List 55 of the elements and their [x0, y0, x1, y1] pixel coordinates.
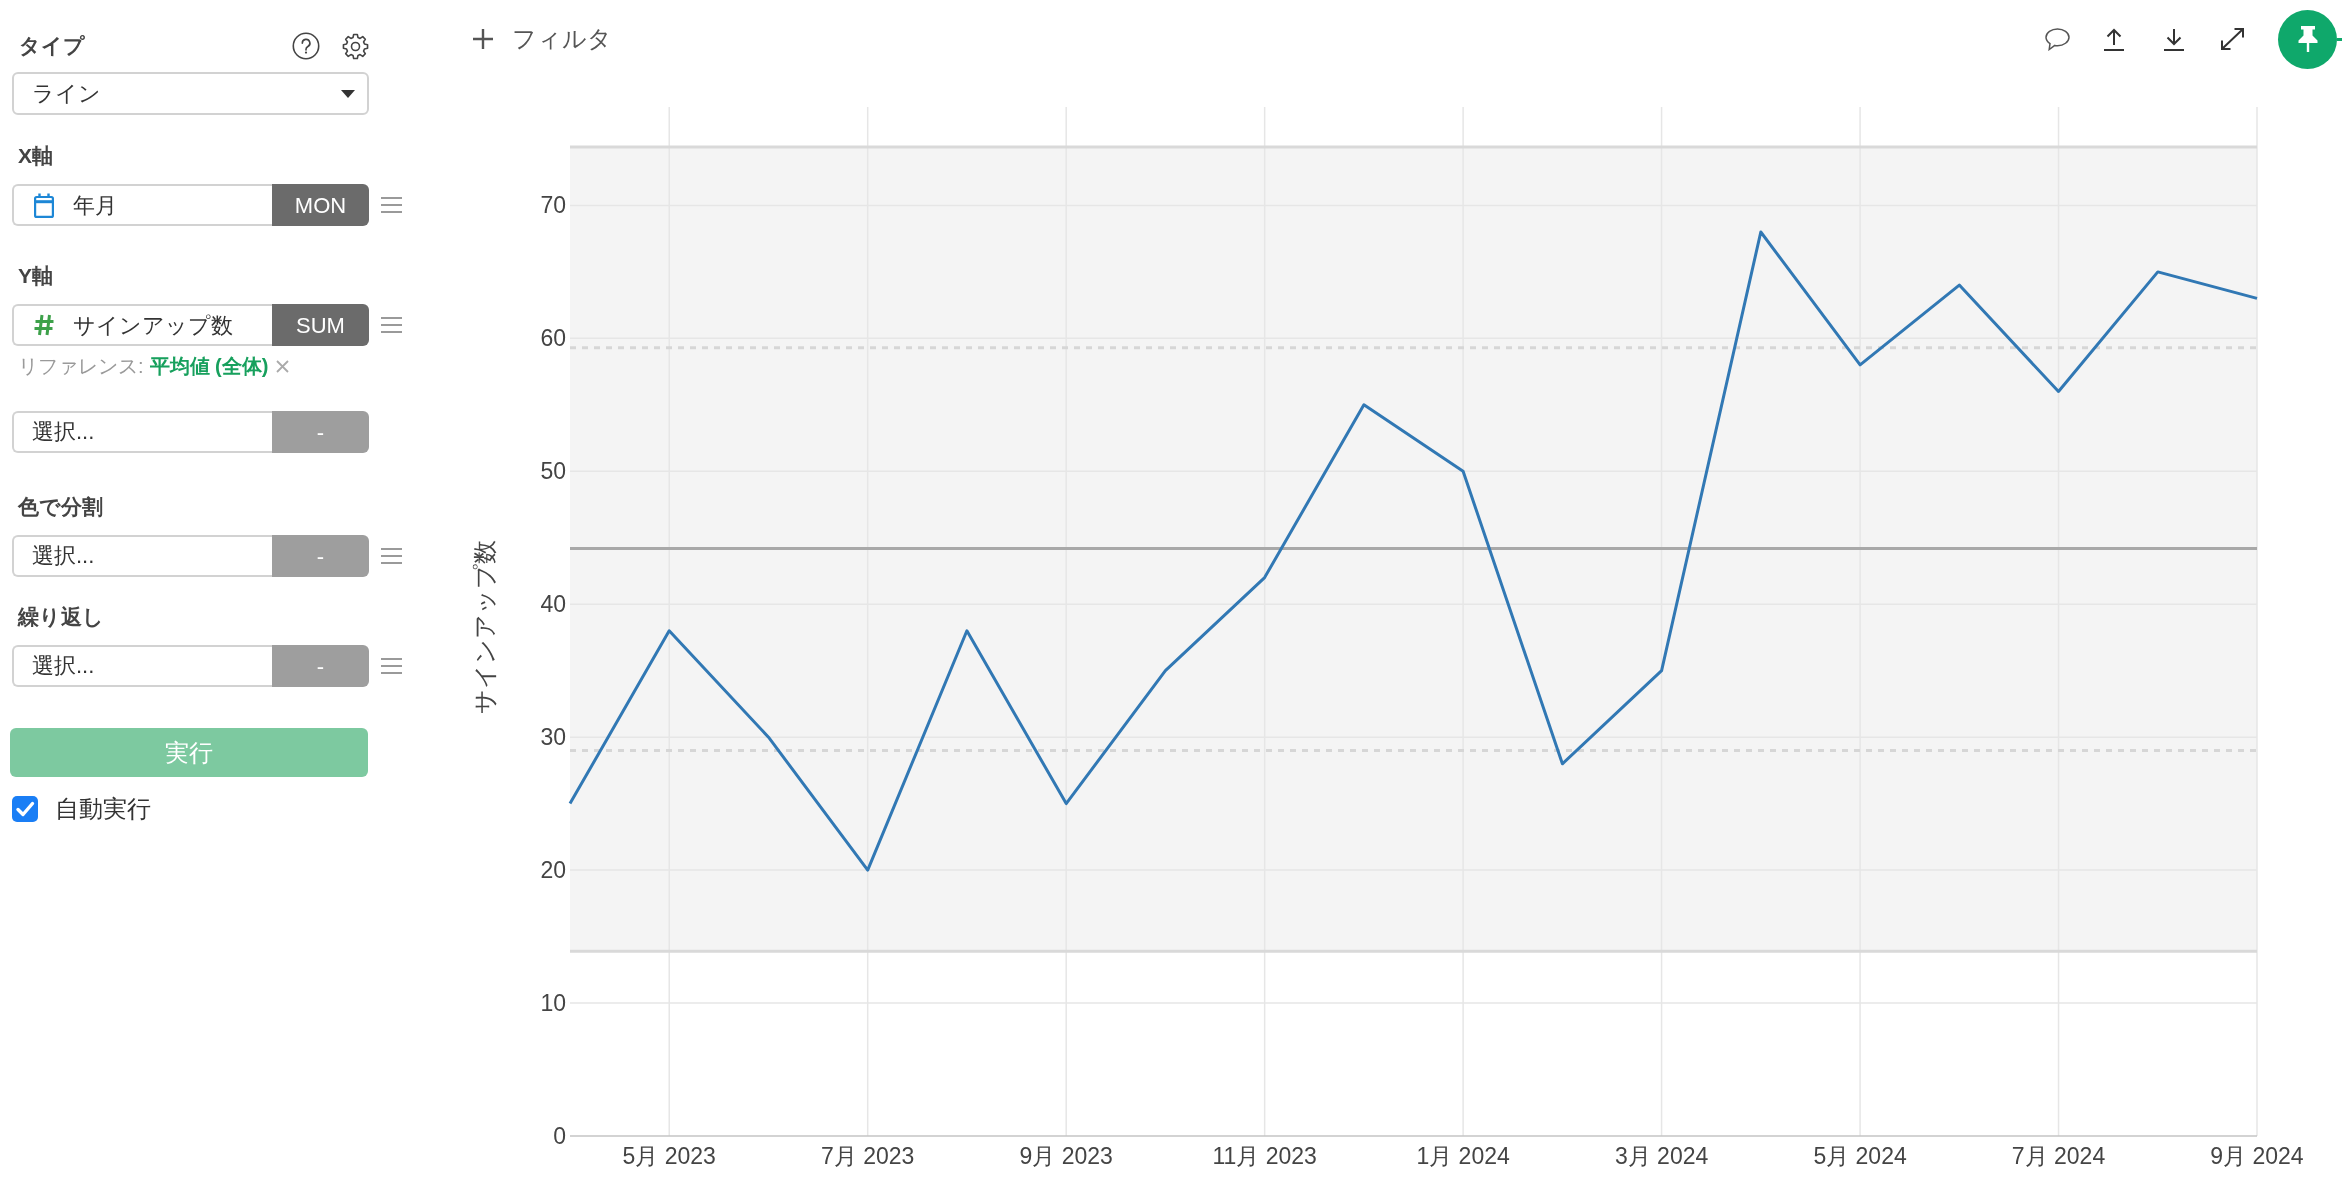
section-label: 色で分割: [18, 495, 103, 519]
x-tick-label: 5月 2024: [1813, 1143, 1907, 1169]
y-tick-label: 70: [540, 192, 566, 219]
aggregation-button[interactable]: -: [272, 535, 369, 577]
section-label: タイプ: [19, 33, 85, 59]
menu-icon[interactable]: [381, 658, 402, 674]
x-tick-label: 1月 2024: [1416, 1143, 1510, 1169]
upload-icon[interactable]: [2104, 27, 2124, 51]
menu-icon[interactable]: [381, 548, 402, 564]
checkbox[interactable]: [12, 796, 38, 822]
aggregation-button[interactable]: -: [272, 645, 369, 687]
column-select[interactable]: 選択...: [12, 535, 272, 577]
close-icon[interactable]: [276, 359, 290, 373]
menu-icon[interactable]: [381, 197, 402, 213]
x-tick-label: 3月 2024: [1614, 1143, 1709, 1169]
y-tick-label: 60: [540, 325, 566, 352]
y-tick-label: 20: [540, 857, 566, 884]
y-axis-title: サインアップ数: [471, 540, 499, 714]
hash-icon: [34, 314, 54, 336]
column-select[interactable]: 選択...: [12, 645, 272, 687]
filter-button[interactable]: フィルタ: [473, 21, 612, 57]
checkbox-label: 自動実行: [55, 795, 151, 823]
section-label: 繰り返し: [18, 605, 104, 629]
column-select[interactable]: 選択...: [12, 411, 272, 453]
help-icon[interactable]: [292, 32, 320, 60]
download-icon[interactable]: [2164, 27, 2184, 51]
x-tick-label: 5月 2023: [622, 1143, 716, 1169]
x-tick-label: 7月 2024: [2011, 1143, 2106, 1169]
reference-value[interactable]: 平均値 (全体): [149, 354, 269, 378]
menu-icon[interactable]: [381, 317, 402, 333]
expand-icon[interactable]: [2220, 27, 2245, 51]
y-tick-label: 0: [553, 1123, 566, 1149]
reference-label: リファレンス:: [18, 354, 144, 378]
chart-type-select[interactable]: ライン: [12, 72, 369, 115]
x-tick-label: 11月 2023: [1212, 1143, 1317, 1169]
comment-icon[interactable]: [2045, 27, 2070, 51]
section-label: X軸: [18, 144, 53, 168]
column-select[interactable]: 年月: [12, 184, 272, 226]
calendar-icon: [34, 192, 54, 218]
y-tick-label: 10: [540, 990, 566, 1017]
pin-icon: [2296, 26, 2319, 52]
aggregation-button[interactable]: SUM: [272, 304, 369, 346]
section-label: Y軸: [18, 264, 53, 288]
y-tick-label: 50: [540, 458, 566, 485]
y-tick-label: 30: [540, 724, 566, 751]
caret-icon: [341, 89, 355, 98]
x-tick-label: 9月 2024: [2210, 1143, 2304, 1169]
plus-icon: [473, 29, 493, 49]
aggregation-button[interactable]: -: [272, 411, 369, 453]
y-tick-label: 40: [540, 591, 566, 618]
x-tick-label: 7月 2023: [821, 1143, 915, 1169]
settings-icon[interactable]: [342, 32, 369, 60]
aggregation-button[interactable]: MON: [272, 184, 369, 226]
column-select[interactable]: サインアップ数: [12, 304, 272, 346]
x-tick-label: 9月 2023: [1019, 1143, 1113, 1169]
